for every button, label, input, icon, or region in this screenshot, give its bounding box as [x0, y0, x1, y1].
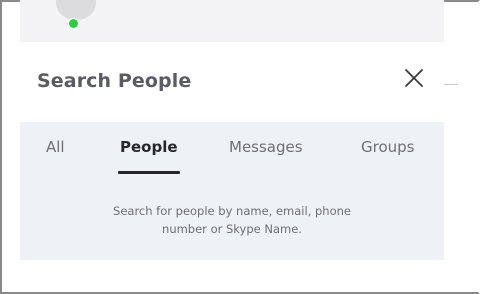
search-hint-line-1: Search for people by name, email, phone — [113, 204, 351, 218]
search-hint: Search for people by name, email, phone … — [20, 202, 444, 238]
tab-groups[interactable]: Groups — [361, 138, 414, 156]
search-hint-line-2: number or Skype Name. — [162, 222, 302, 236]
close-icon — [405, 69, 423, 87]
active-tab-indicator — [118, 171, 180, 174]
tab-people[interactable]: People — [120, 138, 178, 156]
close-button[interactable] — [402, 66, 426, 90]
tab-all[interactable]: All — [46, 138, 65, 156]
search-tabs-area: All People Messages Groups Search for pe… — [20, 122, 444, 260]
divider — [444, 84, 458, 85]
presence-online-indicator — [68, 18, 79, 29]
tab-messages[interactable]: Messages — [229, 138, 303, 156]
profile-strip — [20, 0, 444, 42]
avatar[interactable] — [56, 0, 96, 20]
page-title: Search People — [37, 70, 192, 92]
